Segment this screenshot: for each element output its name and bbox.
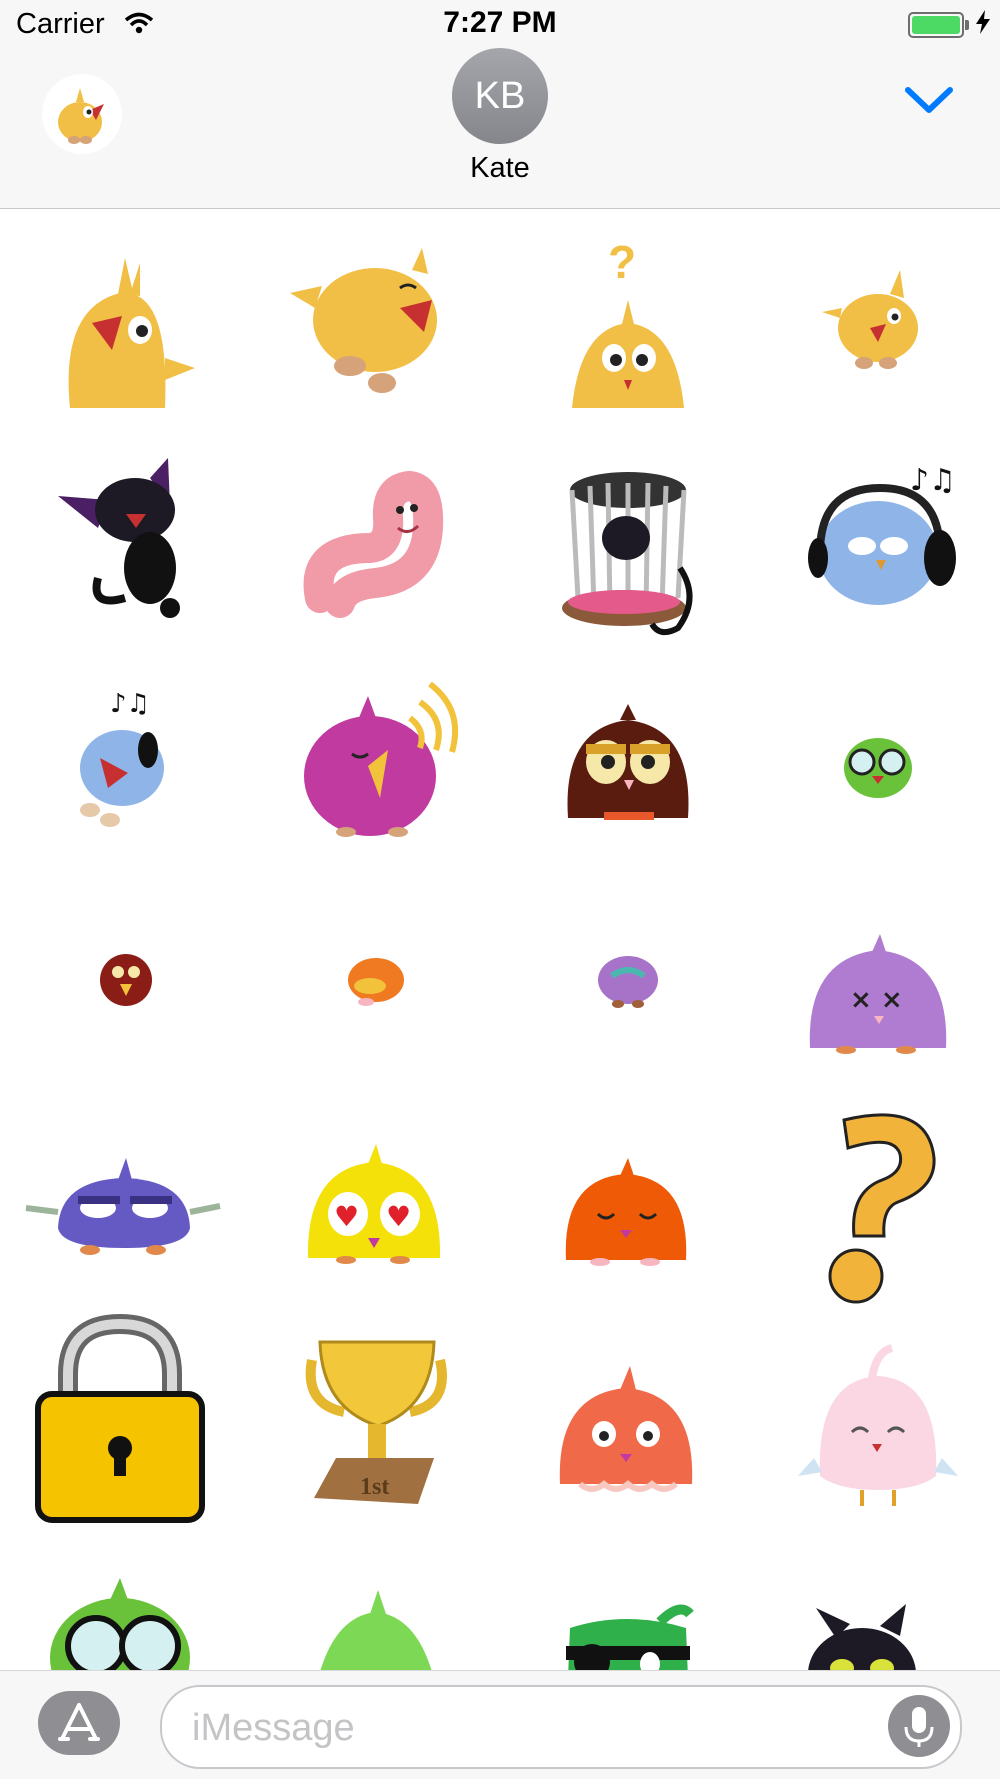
sticker-orange-bird-worried[interactable] bbox=[500, 1308, 750, 1528]
microphone-icon bbox=[904, 1707, 934, 1747]
sticker-purple-bird-dizzy[interactable]: × × bbox=[750, 868, 1000, 1088]
sticker-black-cat-partial[interactable] bbox=[750, 1528, 1000, 1670]
sticker-caged-black-cat[interactable] bbox=[500, 428, 750, 648]
svg-text:1st: 1st bbox=[360, 1474, 389, 1500]
sticker-magenta-bird-singing[interactable] bbox=[250, 648, 500, 868]
sticker-purple-bird-grumpy[interactable] bbox=[0, 1088, 250, 1308]
sticker-padlock[interactable] bbox=[0, 1308, 250, 1528]
sticker-brown-owl[interactable] bbox=[500, 648, 750, 868]
svg-text:♥: ♥ bbox=[386, 1200, 411, 1233]
sticker-black-cat[interactable] bbox=[0, 428, 250, 648]
conversation-header: KB Kate bbox=[0, 48, 1000, 209]
sticker-yellow-chick-confused[interactable]: ? bbox=[500, 208, 750, 428]
svg-text:♪♫: ♪♫ bbox=[910, 463, 956, 498]
sticker-purple-bird-small[interactable] bbox=[500, 868, 750, 1088]
svg-text:× ×: × × bbox=[850, 985, 903, 1015]
sticker-orange-bird-small[interactable] bbox=[250, 868, 500, 1088]
sticker-pink-bird-sad[interactable] bbox=[750, 1308, 1000, 1528]
sticker-green-pirate-bird-partial[interactable] bbox=[500, 1528, 750, 1670]
yellow-chick-sticker-icon bbox=[58, 88, 104, 144]
sticker-green-bird-glasses[interactable] bbox=[750, 648, 1000, 868]
message-input-bar: iMessage bbox=[0, 1670, 1000, 1779]
sticker-yellow-chick-flying[interactable] bbox=[250, 208, 500, 428]
svg-text:?: ? bbox=[608, 236, 636, 288]
sticker-app-thumbnail[interactable] bbox=[42, 74, 122, 154]
status-bar: Carrier 7:27 PM bbox=[0, 0, 1000, 48]
contact-avatar[interactable]: KB bbox=[452, 48, 548, 144]
sticker-pink-worm[interactable] bbox=[250, 428, 500, 648]
sticker-blue-bird-music[interactable]: ♪♫ bbox=[0, 648, 250, 868]
sticker-yellow-chick-singing[interactable] bbox=[0, 208, 250, 428]
svg-text:♪♫: ♪♫ bbox=[110, 689, 150, 719]
sticker-blue-bird-headphones[interactable]: ♪♫ bbox=[750, 428, 1000, 648]
status-time: 7:27 PM bbox=[443, 6, 557, 39]
battery-icon bbox=[908, 12, 969, 38]
sticker-grid: ? ♪♫ ♪♫ × × ♥ ♥ 1st bbox=[0, 208, 1000, 1670]
chevron-down-icon[interactable] bbox=[904, 84, 954, 114]
app-store-icon bbox=[58, 1703, 100, 1741]
sticker-question-mark[interactable] bbox=[750, 1088, 1000, 1308]
svg-text:♥: ♥ bbox=[334, 1200, 359, 1233]
sticker-orange-bird-sleepy[interactable] bbox=[500, 1088, 750, 1308]
charging-bolt-icon bbox=[976, 10, 990, 34]
sticker-trophy[interactable]: 1st bbox=[250, 1308, 500, 1528]
message-placeholder: iMessage bbox=[192, 1707, 355, 1749]
sticker-green-bird-partial[interactable] bbox=[250, 1528, 500, 1670]
contact-name[interactable]: Kate bbox=[0, 152, 1000, 185]
app-store-button[interactable] bbox=[38, 1691, 120, 1755]
message-field[interactable]: iMessage bbox=[160, 1685, 962, 1769]
sticker-green-bird-glasses-partial[interactable] bbox=[0, 1528, 250, 1670]
sticker-red-bird-small[interactable] bbox=[0, 868, 250, 1088]
sticker-yellow-chick-small[interactable] bbox=[750, 208, 1000, 428]
sticker-yellow-bird-hearts[interactable]: ♥ ♥ bbox=[250, 1088, 500, 1308]
microphone-button[interactable] bbox=[888, 1695, 950, 1757]
